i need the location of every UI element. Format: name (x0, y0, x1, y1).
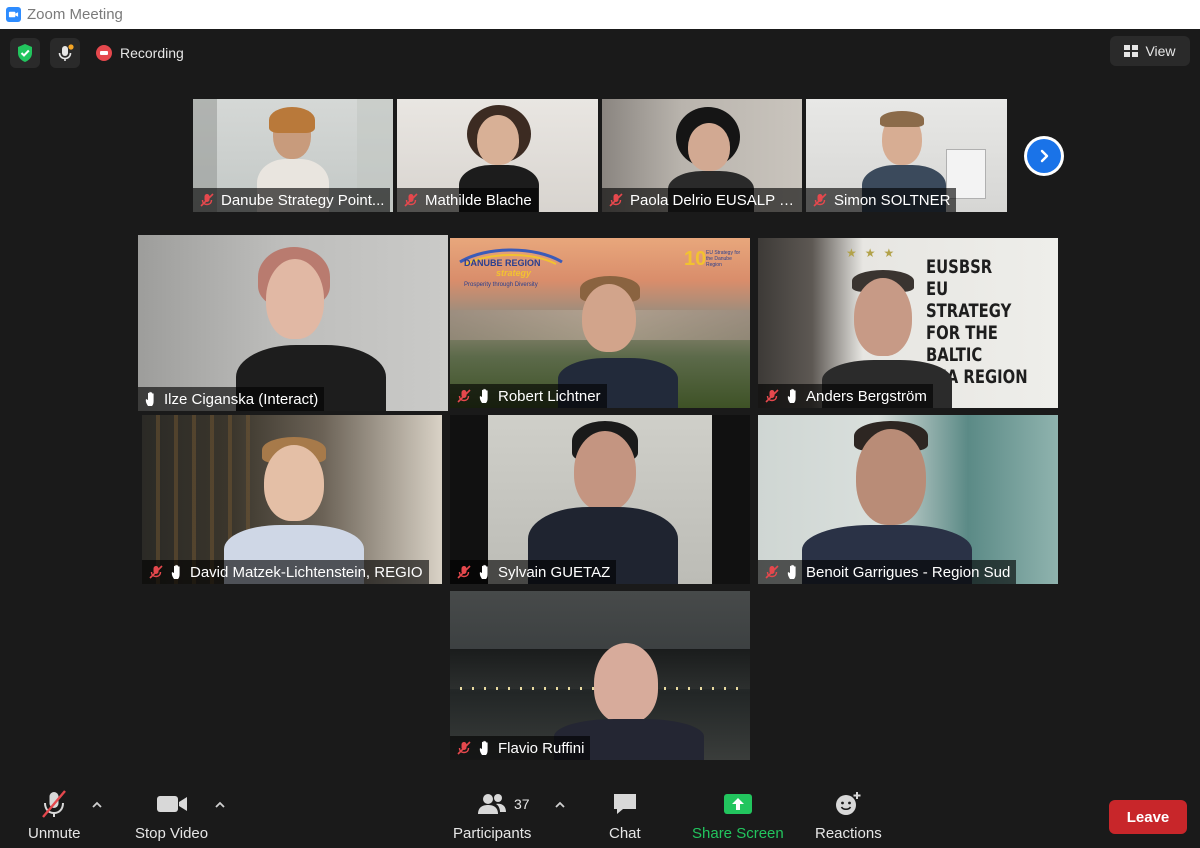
participant-name: Sylvain GUETAZ (498, 563, 611, 581)
unmute-label: Unmute (28, 825, 81, 842)
video-tile[interactable]: Flavio Ruffini (450, 591, 750, 760)
muted-mic-icon (403, 192, 419, 208)
muted-mic-icon (148, 564, 164, 580)
participant-name: Mathilde Blache (425, 191, 532, 209)
danube-strategy-text: EU Strategy for the Danube Region (706, 250, 741, 268)
video-tile-active-speaker[interactable]: Ilze Ciganska (Interact) (138, 235, 448, 411)
participant-name-tag: Benoit Garrigues - Region Sud (758, 560, 1017, 584)
participant-name-tag: Paola Delrio EUSALP It... (602, 188, 802, 212)
raised-hand-icon (786, 564, 800, 580)
participant-name-tag: Robert Lichtner (450, 384, 607, 408)
recording-icon (96, 45, 112, 61)
leave-button[interactable]: Leave (1109, 800, 1187, 834)
smiley-plus-icon (833, 789, 863, 819)
meeting-status-bar: Recording (10, 38, 184, 68)
chevron-right-icon (1027, 139, 1061, 173)
chat-label: Chat (609, 825, 641, 842)
raised-hand-icon (170, 564, 184, 580)
chat-bubble-icon (611, 789, 639, 819)
muted-mic-icon (456, 564, 472, 580)
participant-name-tag: Ilze Ciganska (Interact) (138, 387, 325, 411)
share-screen-button[interactable]: Share Screen (692, 789, 784, 842)
muted-mic-icon (608, 192, 624, 208)
participant-name-tag: Flavio Ruffini (450, 736, 591, 760)
muted-mic-icon (199, 192, 215, 208)
next-page-button[interactable] (1024, 136, 1064, 176)
muted-mic-icon (764, 388, 780, 404)
stop-video-button[interactable]: Stop Video (135, 789, 208, 842)
participant-name: Anders Bergström (806, 387, 927, 405)
title-bar: Zoom Meeting (0, 0, 1200, 29)
participant-name-tag: Mathilde Blache (397, 188, 538, 212)
eu-stars-icon: ★★★ (846, 246, 903, 260)
danube-years-text: 10 (684, 248, 707, 270)
participant-name: Simon SOLTNER (834, 191, 951, 209)
video-tile[interactable]: Danube Strategy Point... (193, 99, 393, 212)
recording-label: Recording (120, 45, 184, 61)
raised-hand-icon (478, 564, 492, 580)
danube-tagline-text: Prosperity through Diversity (464, 282, 538, 288)
danube-subtitle-text: strategy (496, 268, 532, 278)
video-tile[interactable]: Benoit Garrigues - Region Sud (758, 415, 1058, 584)
security-shield-icon[interactable] (10, 38, 40, 68)
participant-name: David Matzek-Lichtenstein, REGIO (190, 563, 423, 581)
video-camera-icon (155, 789, 189, 819)
video-tile[interactable]: DANUBE REGION strategy Prosperity throug… (450, 238, 750, 408)
muted-mic-icon (764, 564, 780, 580)
video-tile[interactable]: Mathilde Blache (397, 99, 598, 212)
participant-name-tag: Sylvain GUETAZ (450, 560, 617, 584)
participant-name-tag: Simon SOLTNER (806, 188, 957, 212)
audio-status-icon[interactable] (50, 38, 80, 68)
participant-name-tag: Danube Strategy Point... (193, 188, 391, 212)
view-label: View (1145, 43, 1176, 59)
reactions-button[interactable]: Reactions (815, 789, 882, 842)
muted-mic-icon (40, 789, 68, 819)
muted-mic-icon (812, 192, 828, 208)
share-screen-icon (722, 789, 754, 819)
participants-options-chevron-up-icon[interactable] (554, 798, 566, 812)
grid-view-icon (1124, 45, 1139, 57)
video-options-chevron-up-icon[interactable] (214, 798, 226, 812)
raised-hand-icon (478, 388, 492, 404)
participants-count: 37 (514, 796, 530, 812)
window-title: Zoom Meeting (27, 6, 123, 23)
participants-icon (476, 789, 508, 819)
participant-name-tag: David Matzek-Lichtenstein, REGIO (142, 560, 429, 584)
stop-video-label: Stop Video (135, 825, 209, 842)
share-screen-label: Share Screen (692, 825, 784, 842)
danube-title-text: DANUBE REGION (464, 258, 541, 268)
zoom-logo-icon (6, 7, 21, 22)
participant-name: Ilze Ciganska (Interact) (164, 390, 319, 408)
chat-button[interactable]: Chat (609, 789, 641, 842)
danube-anniversary-logo: 10 EU Strategy for the Danube Region (684, 248, 744, 298)
view-button[interactable]: View (1110, 36, 1190, 66)
raised-hand-icon (478, 740, 492, 756)
participant-name: Paola Delrio EUSALP It... (630, 191, 796, 209)
danube-logo: DANUBE REGION strategy Prosperity throug… (456, 244, 566, 294)
muted-mic-icon (456, 740, 472, 756)
recording-indicator[interactable]: Recording (96, 45, 184, 61)
video-tile[interactable]: Simon SOLTNER (806, 99, 1007, 212)
reactions-label: Reactions (815, 825, 882, 842)
audio-options-chevron-up-icon[interactable] (91, 798, 103, 812)
participant-name: Benoit Garrigues - Region Sud (806, 563, 1011, 581)
unmute-button[interactable]: Unmute (28, 789, 81, 842)
raised-hand-icon (786, 388, 800, 404)
video-tile[interactable]: Sylvain GUETAZ (450, 415, 750, 584)
muted-mic-icon (456, 388, 472, 404)
raised-hand-icon (144, 391, 158, 407)
video-tile[interactable]: Paola Delrio EUSALP It... (602, 99, 802, 212)
participant-name: Danube Strategy Point... (221, 191, 385, 209)
video-tile[interactable]: David Matzek-Lichtenstein, REGIO (142, 415, 442, 584)
video-tile[interactable]: EUSBSR EU STRATEGY FOR THE BALTIC SEA RE… (758, 238, 1058, 408)
participants-label: Participants (453, 825, 532, 842)
participant-name-tag: Anders Bergström (758, 384, 933, 408)
participant-name: Robert Lichtner (498, 387, 601, 405)
participant-name: Flavio Ruffini (498, 739, 585, 757)
